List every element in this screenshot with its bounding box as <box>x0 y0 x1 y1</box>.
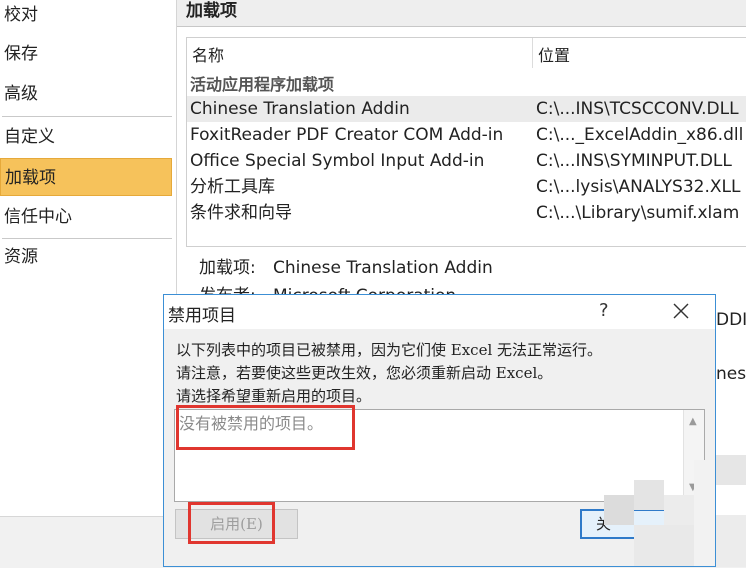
page-title: 加载项 <box>186 1 237 21</box>
table-row[interactable]: Chinese Translation Addin C:\...INS\TCSC… <box>187 96 746 122</box>
addin-location: C:\...\Library\sumif.xlam <box>536 203 740 223</box>
sidebar-item-trust-center[interactable]: 信任中心 <box>0 198 172 236</box>
addin-location: C:\..._ExcelAddin_x86.dll <box>536 125 744 145</box>
sidebar-item-resources[interactable]: 资源 <box>0 238 172 276</box>
dialog-message-line: 以下列表中的项目已被禁用，因为它们使 Excel 无法正常运行。 <box>176 341 603 359</box>
addin-name: 条件求和向导 <box>190 203 292 223</box>
sidebar-item-proofing[interactable]: 校对 <box>0 0 172 34</box>
sidebar-item-customize[interactable]: 自定义 <box>0 118 172 156</box>
blur-artifact <box>604 495 634 525</box>
blur-artifact <box>716 515 746 567</box>
dialog-message-line: 请选择希望重新启用的项目。 <box>176 387 372 405</box>
detail-truncated-text: nese <box>716 364 746 384</box>
column-divider[interactable] <box>532 38 533 68</box>
blur-artifact <box>634 525 694 566</box>
detail-addin-label: 加载项: <box>199 258 256 278</box>
column-header-location[interactable]: 位置 <box>538 42 570 66</box>
addin-name: 分析工具库 <box>190 177 275 197</box>
sidebar-item-addins[interactable]: 加载项 <box>0 158 172 196</box>
blur-artifact <box>664 495 694 525</box>
column-header-name[interactable]: 名称 <box>192 42 224 66</box>
table-row[interactable]: 条件求和向导 C:\...\Library\sumif.xlam <box>187 200 746 226</box>
scroll-up-icon[interactable]: ▲ <box>689 416 697 427</box>
blur-artifact <box>716 455 746 485</box>
options-sidebar: 校对 保存 高级 自定义 加载项 信任中心 资源 <box>0 0 177 520</box>
addin-location: C:\...INS\SYMINPUT.DLL <box>536 151 732 171</box>
sidebar-item-advanced[interactable]: 高级 <box>0 75 172 113</box>
highlight-empty-message <box>176 405 355 450</box>
sidebar-item-save[interactable]: 保存 <box>0 35 172 73</box>
dialog-titlebar[interactable]: 禁用项目 ? <box>164 295 715 329</box>
addin-location: C:\...INS\TCSCCONV.DLL <box>536 99 739 119</box>
table-row[interactable]: 分析工具库 C:\...lysis\ANALYS32.XLL <box>187 174 746 200</box>
sidebar-divider <box>2 116 172 117</box>
detail-truncated-text: DDIN <box>716 310 746 330</box>
close-icon[interactable] <box>669 299 693 323</box>
blur-artifact <box>634 480 664 510</box>
table-row[interactable]: Office Special Symbol Input Add-in C:\..… <box>187 148 746 174</box>
dialog-title: 禁用项目 <box>168 306 236 326</box>
dialog-message-line: 请注意，若要使这些更改生效，您必须重新启动 Excel。 <box>176 364 553 382</box>
detail-addin: 加载项: Chinese Translation Addin <box>199 253 493 278</box>
blur-artifact <box>694 460 715 566</box>
table-row[interactable]: FoxitReader PDF Creator COM Add-in C:\..… <box>187 122 746 148</box>
addin-name: Chinese Translation Addin <box>190 99 410 119</box>
detail-addin-value: Chinese Translation Addin <box>273 258 493 278</box>
addin-name: FoxitReader PDF Creator COM Add-in <box>190 125 504 145</box>
help-button[interactable]: ? <box>599 300 609 321</box>
section-header: 加载项 <box>177 0 746 27</box>
highlight-enable-button <box>188 502 275 544</box>
addins-table: 名称 位置 活动应用程序加载项 Chinese Translation Addi… <box>186 37 746 247</box>
addin-location: C:\...lysis\ANALYS32.XLL <box>536 177 741 197</box>
group-label-active-addins: 活动应用程序加载项 <box>190 75 335 94</box>
addin-name: Office Special Symbol Input Add-in <box>190 151 485 171</box>
